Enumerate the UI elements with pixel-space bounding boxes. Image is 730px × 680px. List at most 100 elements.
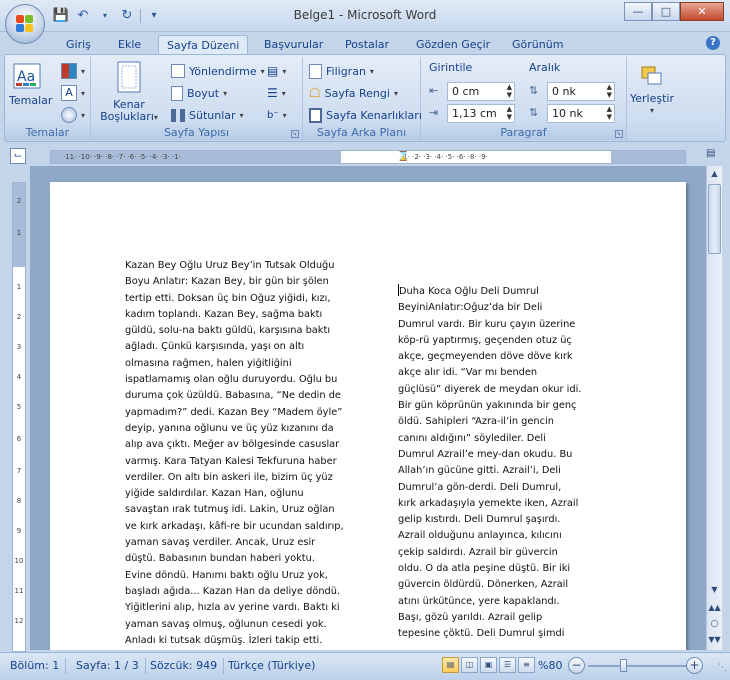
line-numbers-icon: ☰ (267, 86, 278, 100)
paragraf-launcher[interactable]: ↘ (615, 130, 623, 138)
color-palette-icon (61, 63, 77, 79)
print-layout-icon[interactable]: ▤ (442, 657, 459, 673)
outline-view-icon[interactable]: ☰ (499, 657, 516, 673)
temalar-button[interactable]: Aa Temalar (9, 63, 52, 107)
scroll-up-icon[interactable]: ▲ (707, 166, 722, 182)
view-ruler-icon[interactable]: ▤ (706, 148, 720, 164)
indent-left-input[interactable]: 0 cm ▲ ▼ (447, 82, 515, 101)
line-numbers-button[interactable]: ☰ ▾ (267, 83, 286, 103)
window-title: Belge1 - Microsoft Word (293, 8, 437, 22)
web-layout-icon[interactable]: ▣ (480, 657, 497, 673)
tab-sayfa-duzeni[interactable]: Sayfa Düzeni (158, 35, 249, 54)
vertical-ruler[interactable]: 2 1 1 2 3 4 5 6 7 8 9 10 11 12 (12, 182, 26, 652)
full-screen-reading-icon[interactable]: ◫ (461, 657, 478, 673)
document-page[interactable]: Kazan Bey Oğlu Uruz Bey’in Tutsak Olduğu… (50, 182, 686, 650)
office-button[interactable] (5, 4, 45, 44)
tab-selector-icon[interactable]: ⌙ (10, 148, 26, 164)
text-line: alıp ava çıktı. Meğer av bölgesinde casu… (125, 439, 340, 451)
hyphenation-button[interactable]: b⁻ ▾ (267, 105, 287, 125)
indent-right-input[interactable]: 1,13 cm ▲ ▼ (447, 104, 515, 123)
text-line: Kazan Bey Oğlu Uruz Bey’in Tutsak Olduğu (125, 260, 335, 271)
vertical-scrollbar[interactable]: ▲ ▼ ▲▲ ○ ▼▼ (706, 166, 722, 650)
left-column[interactable]: Kazan Bey Oğlu Uruz Bey’in Tutsak Olduğu… (125, 258, 344, 649)
tab-basvurular[interactable]: Başvurular (256, 35, 331, 54)
maximize-button[interactable]: □ (652, 2, 680, 21)
tab-ekle[interactable]: Ekle (110, 35, 149, 54)
sayfa-rengi-button[interactable]: ☖ Sayfa Rengi ▾ (309, 83, 398, 103)
theme-colors-button[interactable]: ▾ (61, 61, 85, 81)
spin-arrows-icon[interactable]: ▲ ▼ (607, 105, 612, 121)
text-line: Bir gün köprünün yakınında bir genç (398, 400, 577, 412)
breaks-icon: ▤ (267, 64, 279, 78)
orientation-icon (171, 64, 185, 78)
text-line: Allah’ın gücüne gitti. Azrail’i, Deli (398, 465, 561, 477)
spin-arrows-icon[interactable]: ▲ ▼ (607, 83, 612, 99)
columns-icon (171, 108, 185, 122)
text-line: duruma çok üzüldü. Babasına, “Ne dedin d… (125, 390, 341, 402)
title-bar: 💾 ↶ ▾ ↻ ▾ Belge1 - Microsoft Word — □ ✕ (0, 0, 730, 32)
indent-marker-icon[interactable]: ⌛ (397, 151, 409, 162)
right-column[interactable]: Duha Koca Oğlu Deli Dumrul BeyiniAnlatır:… (398, 284, 581, 643)
spin-arrows-icon[interactable]: ▲ ▼ (507, 83, 512, 99)
sayfa-kenarliklari-button[interactable]: Sayfa Kenarlıkları (309, 105, 422, 125)
spacing-after-input[interactable]: 10 nk ▲ ▼ (547, 104, 615, 123)
filigran-button[interactable]: Filigran ▾ (309, 61, 374, 81)
tab-gorunum[interactable]: Görünüm (504, 35, 571, 54)
spacing-before-icon: ⇅ (529, 84, 539, 97)
resize-grip-icon[interactable]: ⋱ (718, 663, 727, 673)
zoom-level[interactable]: %80 (538, 658, 562, 674)
text-line: güçlüsü” diyerek de meydan okur idi. (398, 383, 582, 395)
zoom-in-icon[interactable]: + (686, 657, 703, 674)
spacing-before-input[interactable]: 0 nk ▲ ▼ (547, 82, 615, 101)
size-icon (171, 85, 183, 101)
status-bolum[interactable]: Bölüm: 1 (4, 658, 67, 674)
previous-page-icon[interactable]: ▲▲ (707, 600, 722, 616)
text-line: Başı, gözü yarıldı. Azrail gelip (398, 611, 543, 623)
help-icon[interactable]: ? (706, 36, 720, 50)
boyut-button[interactable]: Boyut ▾ (171, 83, 227, 103)
text-line: akçe alır idi. “Var mı benden (398, 367, 538, 379)
tab-giris[interactable]: Giriş (58, 35, 99, 54)
zoom-slider[interactable] (588, 665, 686, 667)
spacing-after-icon: ⇅ (529, 106, 539, 119)
text-line: Dumrul vardı. Bir kuru çayın üzerine (398, 318, 576, 330)
scroll-thumb[interactable] (708, 184, 721, 254)
sayfa-yapisi-launcher[interactable]: ↘ (291, 130, 299, 138)
text-line: tepesine çöktü. Deli Dumrul şimdi (398, 628, 565, 640)
browse-object-icon[interactable]: ○ (707, 616, 722, 632)
horizontal-ruler[interactable]: ·11· ·10· ·9· ·8· ·7· ·6· ·5· ·4· ·3· ·1… (50, 150, 686, 164)
text-line: olmasına rağmen, halen yiğitliğini (125, 357, 292, 369)
text-line: çekip saldırdı. Azrail bir güvercin (398, 546, 558, 558)
spin-arrows-icon[interactable]: ▲ ▼ (507, 105, 512, 121)
status-dil[interactable]: Türkçe (Türkiye) (222, 658, 321, 674)
close-button[interactable]: ✕ (680, 2, 724, 21)
tab-gozden-gecir[interactable]: Gözden Geçir (408, 35, 498, 54)
sutunlar-button[interactable]: Sütunlar ▾ (171, 105, 244, 125)
themes-icon: Aa (13, 63, 41, 89)
text-line: tertip etti. Doksan üç bin Oğuz yiğidi, … (125, 292, 331, 304)
document-canvas: Kazan Bey Oğlu Uruz Bey’in Tutsak Olduğu… (30, 166, 706, 650)
theme-effects-button[interactable]: ▾ (61, 105, 85, 125)
kenar-bosluklari-button[interactable]: Kenar Boşlukları▾ (97, 61, 161, 124)
text-line: canını aldığını” söylediler. Deli (398, 432, 546, 444)
group-paragraf: Girintile Aralık ⇤ 0 cm ▲ ▼ ⇥ 1,13 cm ▲ ▼ … (421, 57, 627, 141)
theme-fonts-button[interactable]: A ▾ (61, 83, 85, 103)
yerlestir-button[interactable]: Yerleştir ▾ (629, 65, 675, 117)
girinti-label: Girintile (429, 61, 473, 74)
next-page-icon[interactable]: ▼▼ (707, 632, 722, 648)
tab-postalar[interactable]: Postalar (337, 35, 397, 54)
breaks-button[interactable]: ▤ ▾ (267, 61, 286, 81)
text-line: oldu. O da atla peşine düştü. Bir iki (398, 563, 571, 575)
status-sayfa[interactable]: Sayfa: 1 / 3 (70, 658, 146, 674)
text-line: öldü. Sahipleri “Azra-il’in gencin (398, 416, 554, 428)
status-sozcuk[interactable]: Sözcük: 949 (144, 658, 225, 674)
text-line: deyip, yanına oğlunu ve üç yüz kızanını … (125, 422, 334, 434)
minimize-button[interactable]: — (624, 2, 652, 21)
zoom-slider-thumb[interactable] (620, 659, 627, 672)
indent-right-icon: ⇥ (429, 106, 439, 119)
zoom-out-icon[interactable]: − (568, 657, 585, 674)
text-line: ve kırk arkadaşı, kâfi-re bir ucundan sa… (125, 520, 344, 532)
draft-view-icon[interactable]: ≡ (518, 657, 535, 673)
scroll-down-icon[interactable]: ▼ (707, 582, 722, 598)
yonlendirme-button[interactable]: Yönlendirme ▾ (171, 61, 265, 81)
